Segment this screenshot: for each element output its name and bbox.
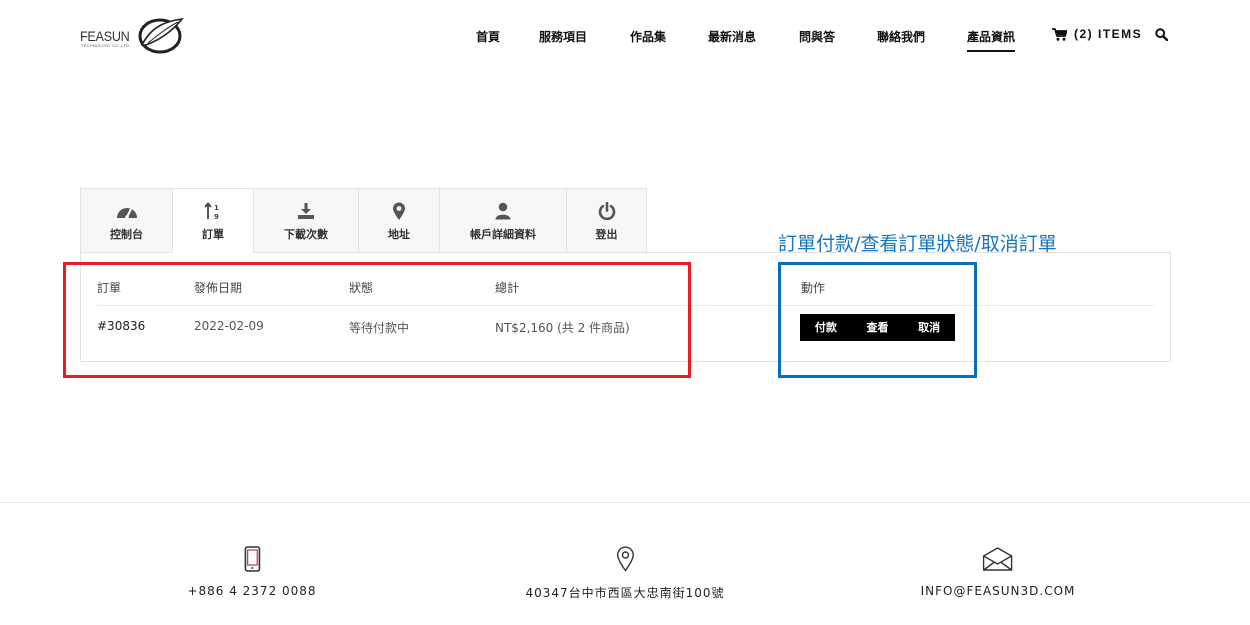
footer-email: INFO@FEASUN3D.COM [921,545,1076,598]
order-actions: 付款 查看 取消 [800,314,955,341]
map-pin-icon [393,202,405,220]
nav-products[interactable]: 產品資訊 [967,28,1016,52]
nav-home[interactable]: 首頁 [476,28,500,45]
svg-text:1: 1 [214,204,219,212]
nav-portfolio[interactable]: 作品集 [630,28,666,45]
tab-label: 訂單 [202,228,224,241]
tab-orders[interactable]: 1 9 訂單 [172,188,253,253]
account-tabs: 控制台 1 9 訂單 下載次數 地址 帳戶詳細資料 登出 [80,188,647,253]
tab-address[interactable]: 地址 [358,188,439,253]
order-status: 等待付款中 [349,321,410,335]
orders-table: 訂單 發佈日期 狀態 總計 動作 #30836 2022-02-09 等待付款中… [80,252,1171,362]
tab-label: 地址 [388,228,410,241]
footer-email-text[interactable]: INFO@FEASUN3D.COM [921,584,1076,598]
logo-text: FEASUN [80,28,130,44]
tab-label: 下載次數 [284,228,328,241]
nav-faq[interactable]: 問與答 [799,28,835,45]
cart-icon [1052,27,1067,41]
tab-dashboard[interactable]: 控制台 [80,188,172,253]
col-header-total: 總計 [495,281,520,295]
phone-icon [244,546,260,572]
cart-link[interactable]: (2) ITEMS [1052,27,1142,41]
tab-label: 控制台 [110,228,143,241]
nav-news[interactable]: 最新消息 [708,28,756,45]
view-button[interactable]: 查看 [852,314,904,341]
tab-label: 登出 [595,228,618,241]
pay-button[interactable]: 付款 [800,314,852,341]
search-icon[interactable] [1155,28,1168,41]
nav-services[interactable]: 服務項目 [539,28,587,45]
cart-label: (2) ITEMS [1074,27,1143,41]
svg-text:9: 9 [214,213,219,220]
power-icon [598,202,615,220]
col-header-date: 發佈日期 [194,281,243,295]
mail-icon [983,547,1013,571]
sort-order-icon: 1 9 [204,202,219,220]
location-icon [616,546,634,572]
footer-divider [0,502,1250,503]
col-header-actions: 動作 [801,281,826,295]
leaf-logo-icon [138,17,184,54]
header-divider [97,305,1154,306]
download-icon [298,203,314,219]
order-number-link[interactable]: #30836 [97,319,145,333]
footer-phone-text[interactable]: +886 4 2372 0088 [187,584,316,598]
dashboard-icon [116,208,137,219]
tab-label: 帳戶詳細資料 [470,228,536,241]
nav-contact[interactable]: 聯絡我們 [877,28,925,45]
col-header-order: 訂單 [97,281,122,295]
footer-address: 40347台中市西區大忠南街100號 [525,545,724,601]
tab-logout[interactable]: 登出 [566,188,647,253]
tab-account-details[interactable]: 帳戶詳細資料 [439,188,566,253]
cancel-button[interactable]: 取消 [903,314,955,341]
user-icon [495,202,511,220]
logo[interactable]: FEASUN TECHNOLOGY CO.,LTD. [80,15,184,55]
logo-subtext: TECHNOLOGY CO.,LTD. [81,43,131,48]
col-header-status: 狀態 [349,281,374,295]
order-total: NT$2,160 (共 2 件商品) [495,321,630,335]
tab-downloads[interactable]: 下載次數 [253,188,358,253]
footer-address-text: 40347台中市西區大忠南街100號 [525,586,725,600]
footer-phone: +886 4 2372 0088 [187,545,316,598]
order-date: 2022-02-09 [194,319,264,333]
